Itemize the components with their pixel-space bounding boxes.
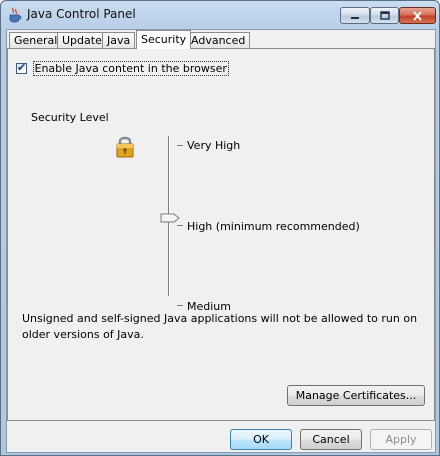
window-title: Java Control Panel (27, 7, 136, 21)
maximize-icon (379, 11, 390, 20)
enable-java-label[interactable]: Enable Java content in the browser (32, 61, 229, 76)
slider-thumb[interactable] (160, 213, 180, 223)
ok-button[interactable]: OK (230, 429, 292, 450)
enable-java-checkbox-row[interactable]: ✔ Enable Java content in the browser (16, 61, 229, 76)
title-bar[interactable]: Java Control Panel (1, 1, 439, 28)
java-cup-icon (9, 7, 22, 23)
java-control-panel-window: Java Control Panel General Update Java S… (0, 0, 440, 456)
tab-java[interactable]: Java (102, 32, 136, 48)
security-description: Unsigned and self-signed Java applicatio… (22, 312, 418, 341)
maximize-button[interactable] (370, 7, 399, 24)
cancel-button[interactable]: Cancel (300, 429, 362, 450)
checkmark-icon: ✔ (17, 61, 27, 74)
tab-update[interactable]: Update (57, 32, 107, 48)
security-tab-panel: ✔ Enable Java content in the browser Sec… (7, 48, 435, 421)
enable-java-checkbox[interactable]: ✔ (16, 61, 27, 74)
level-very-high[interactable]: Very High (187, 139, 240, 152)
close-icon (413, 10, 422, 21)
slider-tick (177, 305, 183, 306)
slider-tick (177, 145, 183, 146)
close-button[interactable] (399, 7, 436, 24)
tab-general[interactable]: General (9, 32, 63, 48)
tab-strip: General Update Java Security Advanced (7, 30, 435, 49)
security-level-heading: Security Level (31, 111, 109, 124)
slider-tick (177, 225, 183, 226)
apply-button[interactable]: Apply (370, 429, 432, 450)
tab-advanced[interactable]: Advanced (186, 32, 251, 48)
minimize-icon (351, 16, 359, 19)
manage-certificates-button[interactable]: Manage Certificates... (287, 385, 425, 406)
dialog-client-area: General Update Java Security Advanced ✔ … (6, 29, 436, 453)
minimize-button[interactable] (340, 7, 370, 24)
tab-security[interactable]: Security (136, 30, 192, 49)
level-high[interactable]: High (minimum recommended) (187, 220, 360, 233)
padlock-icon (116, 136, 134, 158)
